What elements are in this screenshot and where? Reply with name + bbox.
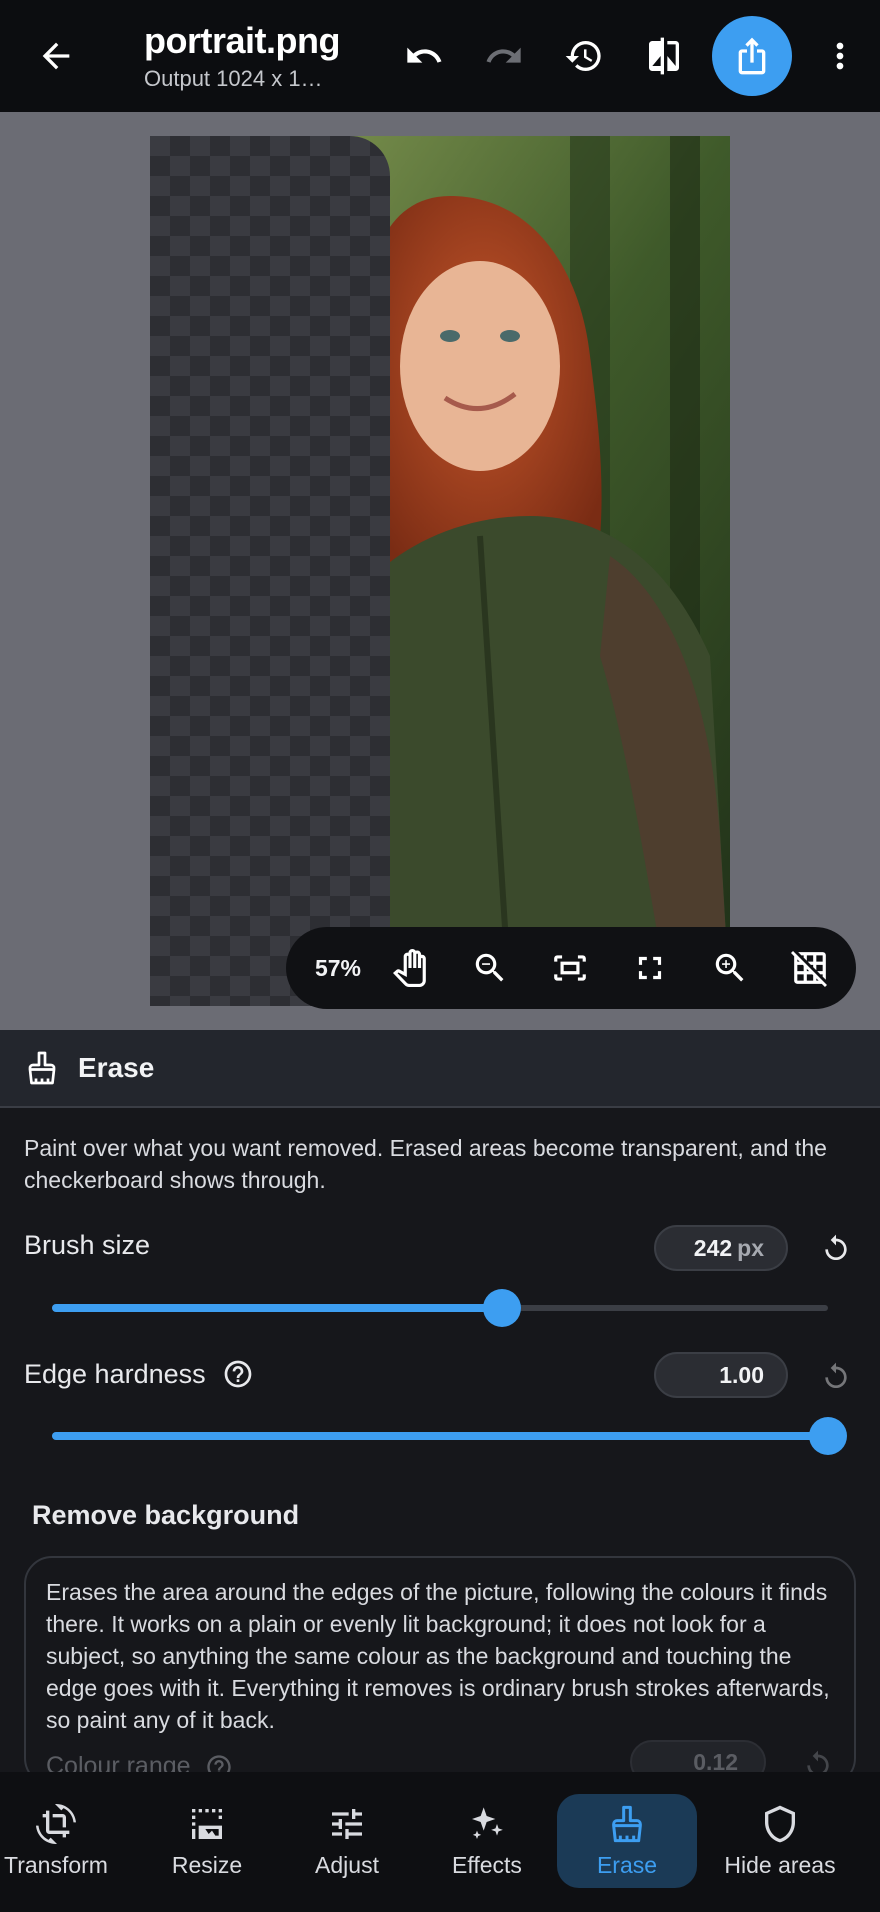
sparkle-icon [472, 1806, 503, 1839]
pan-button[interactable] [370, 938, 450, 998]
edge-hardness-label: Edge hardness [24, 1358, 254, 1390]
slider-thumb[interactable] [809, 1417, 847, 1455]
document-title: portrait.png [144, 20, 340, 61]
share-icon [738, 37, 766, 75]
nav-adjust[interactable]: Adjust [277, 1794, 417, 1888]
brush-size-number: 242 [693, 1234, 733, 1261]
brush-size-label: Brush size [24, 1230, 150, 1261]
slider-fill [52, 1304, 503, 1312]
brush-size-label-text: Brush size [24, 1230, 151, 1260]
grid-toggle-button[interactable] [770, 938, 850, 998]
zoom-toolbar: 57% [286, 927, 856, 1009]
crop-rotate-icon [36, 1803, 76, 1844]
nav-resize[interactable]: Resize [137, 1794, 277, 1888]
brush-size-unit: px [737, 1234, 764, 1261]
edge-hardness-number: 1.00 [719, 1361, 764, 1388]
redo-button[interactable] [472, 24, 536, 88]
share-button[interactable] [712, 16, 792, 96]
top-app-bar: portrait.png Output 1024 x 1… [0, 0, 880, 112]
image-preview[interactable] [150, 136, 730, 1006]
edge-hardness-label-text: Edge hardness [24, 1358, 206, 1389]
fullscreen-icon [638, 956, 662, 980]
nav-hide-areas-label: Hide areas [724, 1851, 836, 1878]
brush-size-slider[interactable] [52, 1288, 828, 1328]
bottom-navigation: Transform Resize Adjust Effects Erase Hi… [0, 1772, 880, 1912]
slider-thumb[interactable] [483, 1289, 522, 1327]
editor-canvas[interactable]: 57% [0, 112, 880, 1030]
zoom-out-button[interactable] [450, 938, 530, 998]
output-size-label: Output 1024 x 1… [144, 66, 323, 91]
shield-icon [765, 1805, 795, 1842]
reset-icon [825, 1234, 847, 1260]
brush-size-value[interactable]: 242 px [654, 1225, 788, 1271]
undo-icon [407, 47, 442, 63]
help-icon[interactable] [222, 1358, 254, 1390]
history-button[interactable] [552, 24, 616, 88]
back-button[interactable] [24, 24, 88, 88]
pan-hand-icon [392, 949, 426, 987]
redo-icon [486, 47, 521, 63]
grid-off-icon [791, 951, 827, 987]
reset-icon [825, 1362, 847, 1388]
remove-background-description: Erases the area around the edges of the … [46, 1579, 830, 1733]
nav-transform-label: Transform [4, 1851, 108, 1878]
nav-effects-label: Effects [452, 1851, 522, 1878]
broom-icon [612, 1805, 642, 1842]
nav-effects[interactable]: Effects [417, 1794, 557, 1888]
more-options-button[interactable] [808, 24, 872, 88]
edge-hardness-slider[interactable] [52, 1416, 847, 1456]
nav-resize-label: Resize [171, 1851, 243, 1878]
brush-size-reset-button[interactable] [814, 1226, 858, 1270]
tune-icon [332, 1808, 362, 1839]
slider-fill [52, 1432, 828, 1440]
compare-button[interactable] [632, 24, 696, 88]
edge-hardness-value[interactable]: 1.00 [654, 1352, 788, 1398]
zoom-in-icon [715, 953, 744, 982]
zoom-out-icon [475, 953, 504, 982]
zoom-in-button[interactable] [690, 938, 770, 998]
erased-transparent-area [150, 136, 390, 1006]
remove-background-title: Remove background [32, 1500, 300, 1530]
panel-title: Erase [78, 1052, 155, 1083]
panel-description: Paint over what you want removed. Erased… [24, 1135, 827, 1193]
fit-to-screen-button[interactable] [530, 938, 610, 998]
broom-icon [28, 1051, 56, 1085]
nav-transform[interactable]: Transform [0, 1794, 126, 1888]
nav-erase-label: Erase [596, 1851, 658, 1878]
undo-button[interactable] [392, 24, 456, 88]
nav-erase[interactable]: Erase [557, 1794, 697, 1888]
panel-header: Erase [0, 1030, 880, 1108]
zoom-level[interactable]: 57% [306, 955, 370, 982]
more-vert-icon [836, 42, 844, 70]
resize-icon [192, 1808, 222, 1839]
nav-adjust-label: Adjust [315, 1851, 379, 1878]
edge-hardness-reset-button[interactable] [814, 1354, 858, 1398]
nav-hide-areas[interactable]: Hide areas [710, 1794, 850, 1888]
document-title-area: portrait.png Output 1024 x 1… [144, 20, 364, 92]
back-arrow-icon [42, 42, 70, 70]
history-icon [565, 41, 601, 72]
fit-screen-icon [554, 955, 586, 981]
fullscreen-button[interactable] [610, 938, 690, 998]
compare-icon [649, 37, 679, 75]
